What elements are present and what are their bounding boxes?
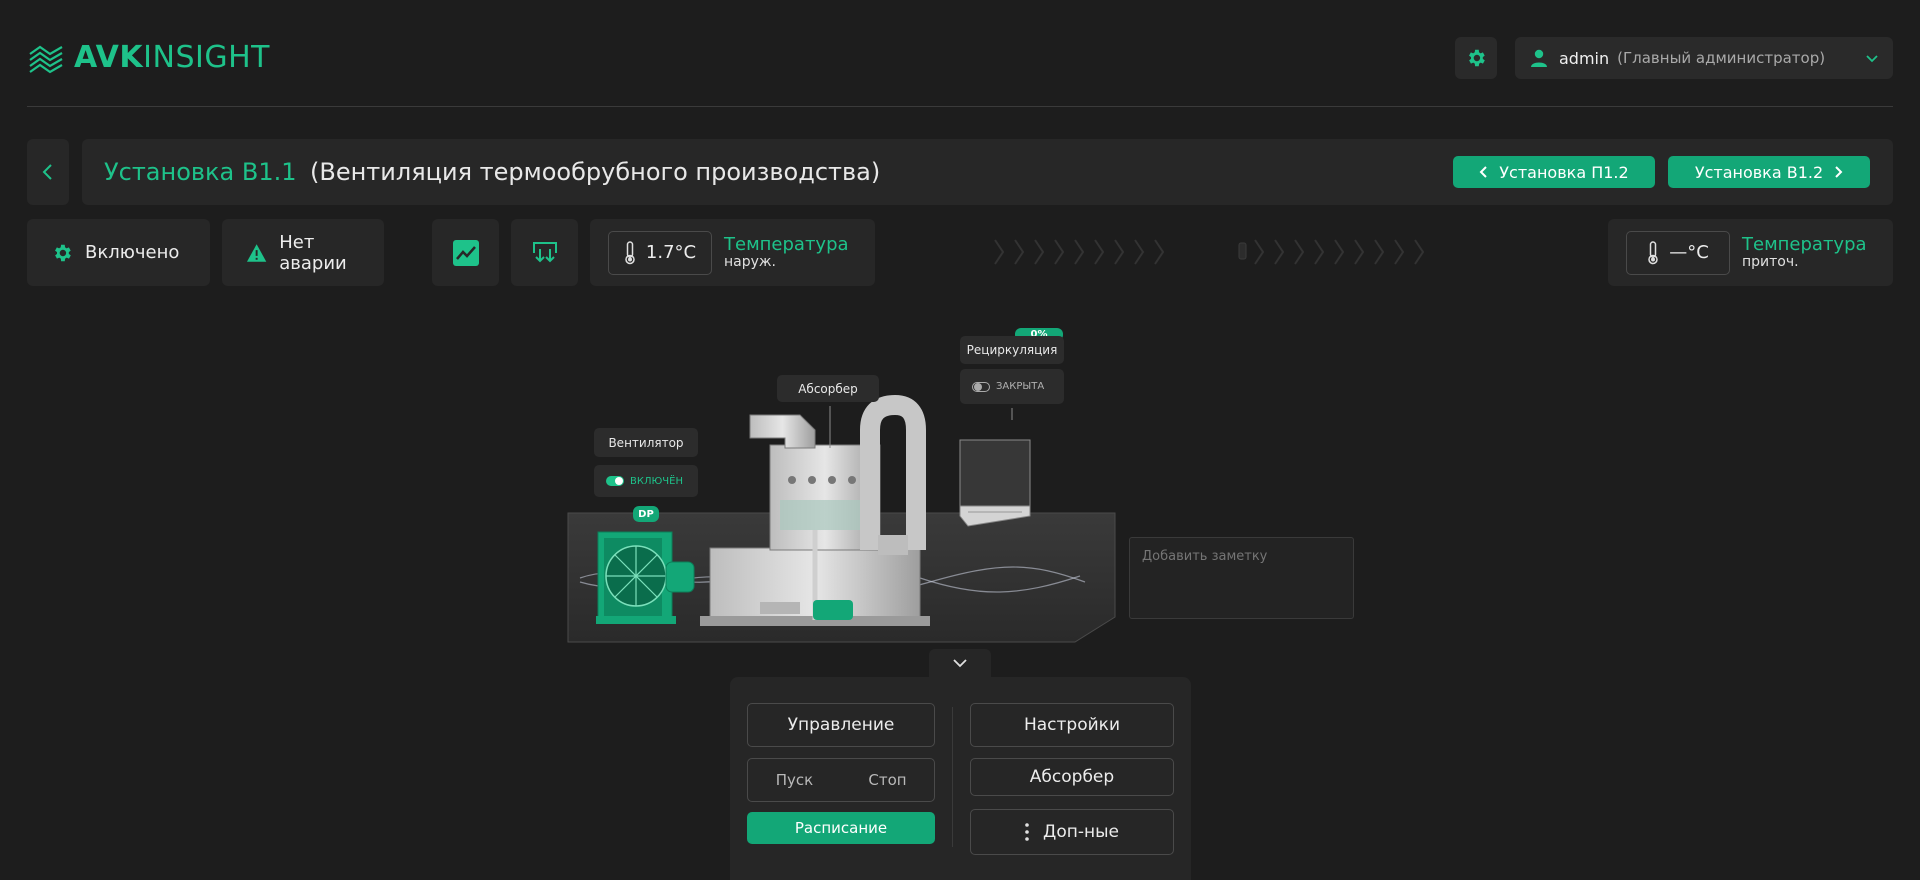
panel-divider	[952, 707, 953, 847]
recirc-label[interactable]: Рециркуляция	[960, 336, 1064, 364]
more-button[interactable]: Доп-ные	[970, 809, 1174, 855]
chevron-left-icon	[42, 164, 52, 180]
waves-logo-icon	[29, 45, 63, 73]
toggle-switch	[606, 476, 624, 486]
outdoor-temp-title: Температура	[724, 234, 849, 255]
start-button[interactable]: Пуск	[748, 759, 841, 801]
trend-chart-button[interactable]	[432, 219, 499, 286]
next-unit-button[interactable]: Установка В1.2	[1668, 156, 1870, 188]
thermometer-icon	[625, 240, 635, 264]
toggle-switch	[972, 381, 990, 392]
thermometer-icon	[1648, 240, 1658, 264]
unit-title-bar: Установка В1.1 (Вентиляция термообрубног…	[82, 139, 1893, 205]
settings-button[interactable]	[1455, 37, 1497, 79]
alarm-status: Нет аварии	[222, 219, 384, 286]
outdoor-temperature: 1.7°C Температура наруж.	[590, 219, 875, 286]
user-role: (Главный администратор)	[1617, 49, 1826, 67]
chevron-right-icon	[1835, 166, 1843, 178]
absorber-label[interactable]: Абсорбер	[777, 375, 879, 402]
user-name: admin	[1559, 48, 1610, 68]
power-status-label: Включено	[85, 242, 180, 263]
prev-unit-button[interactable]: Установка П1.2	[1453, 156, 1655, 188]
schedule-button[interactable]: Расписание	[747, 812, 935, 844]
warning-icon	[246, 243, 267, 262]
header-divider	[27, 106, 1893, 107]
user-menu[interactable]: admin (Главный администратор)	[1515, 37, 1893, 79]
supply-temp-subtitle: приточ.	[1742, 254, 1799, 270]
fan-label[interactable]: Вентилятор	[594, 428, 698, 457]
unit-description: (Вентиляция термообрубного производства)	[310, 158, 881, 186]
power-status: Включено	[27, 219, 210, 286]
download-icon	[532, 241, 557, 262]
chevron-left-icon	[1479, 166, 1488, 178]
supply-temp-value-box: —°C	[1626, 230, 1730, 275]
start-stop-group: Пуск Стоп	[747, 758, 935, 802]
airflow-indicator	[994, 239, 1425, 265]
control-panel: Управление Пуск Стоп Расписание Настройк…	[730, 677, 1191, 880]
settings-tab-button[interactable]: Настройки	[970, 703, 1174, 747]
app-logo[interactable]: AVKINSIGHT	[28, 40, 270, 75]
back-button[interactable]	[27, 139, 69, 205]
collapse-panel-button[interactable]	[929, 649, 991, 677]
gear-icon	[55, 244, 71, 261]
chevron-down-icon	[953, 659, 967, 668]
chevron-down-icon	[1866, 55, 1878, 63]
next-unit-label: Установка В1.2	[1694, 162, 1824, 182]
chart-icon	[452, 239, 479, 266]
fan-toggle[interactable]: ВКЛЮЧЁН	[594, 465, 698, 497]
supply-temp-value: —°C	[1669, 242, 1709, 263]
recirc-state: ЗАКРЫТА	[996, 381, 1045, 392]
prev-unit-label: Установка П1.2	[1499, 162, 1629, 182]
logo-text: AVKINSIGHT	[74, 40, 270, 75]
stop-button[interactable]: Стоп	[841, 759, 934, 801]
download-button[interactable]	[511, 219, 578, 286]
control-button[interactable]: Управление	[747, 703, 935, 747]
alarm-status-label: Нет аварии	[279, 231, 347, 274]
dp-badge: DP	[633, 506, 659, 522]
supply-temperature: —°C Температура приточ.	[1608, 219, 1893, 286]
gear-icon	[1469, 49, 1485, 67]
recirc-toggle[interactable]: ЗАКРЫТА	[960, 369, 1064, 404]
note-input[interactable]	[1129, 537, 1354, 619]
supply-temp-title: Температура	[1742, 234, 1867, 255]
more-vertical-icon	[1025, 823, 1029, 841]
absorber-button[interactable]: Абсорбер	[970, 758, 1174, 796]
fan-state: ВКЛЮЧЁН	[630, 475, 683, 487]
outdoor-temp-value-box: 1.7°C	[608, 230, 712, 275]
more-label: Доп-ные	[1043, 822, 1119, 842]
outdoor-temp-value: 1.7°C	[645, 242, 697, 263]
unit-title: Установка В1.1	[104, 158, 297, 186]
user-icon	[1531, 49, 1547, 67]
outdoor-temp-subtitle: наруж.	[724, 254, 776, 270]
